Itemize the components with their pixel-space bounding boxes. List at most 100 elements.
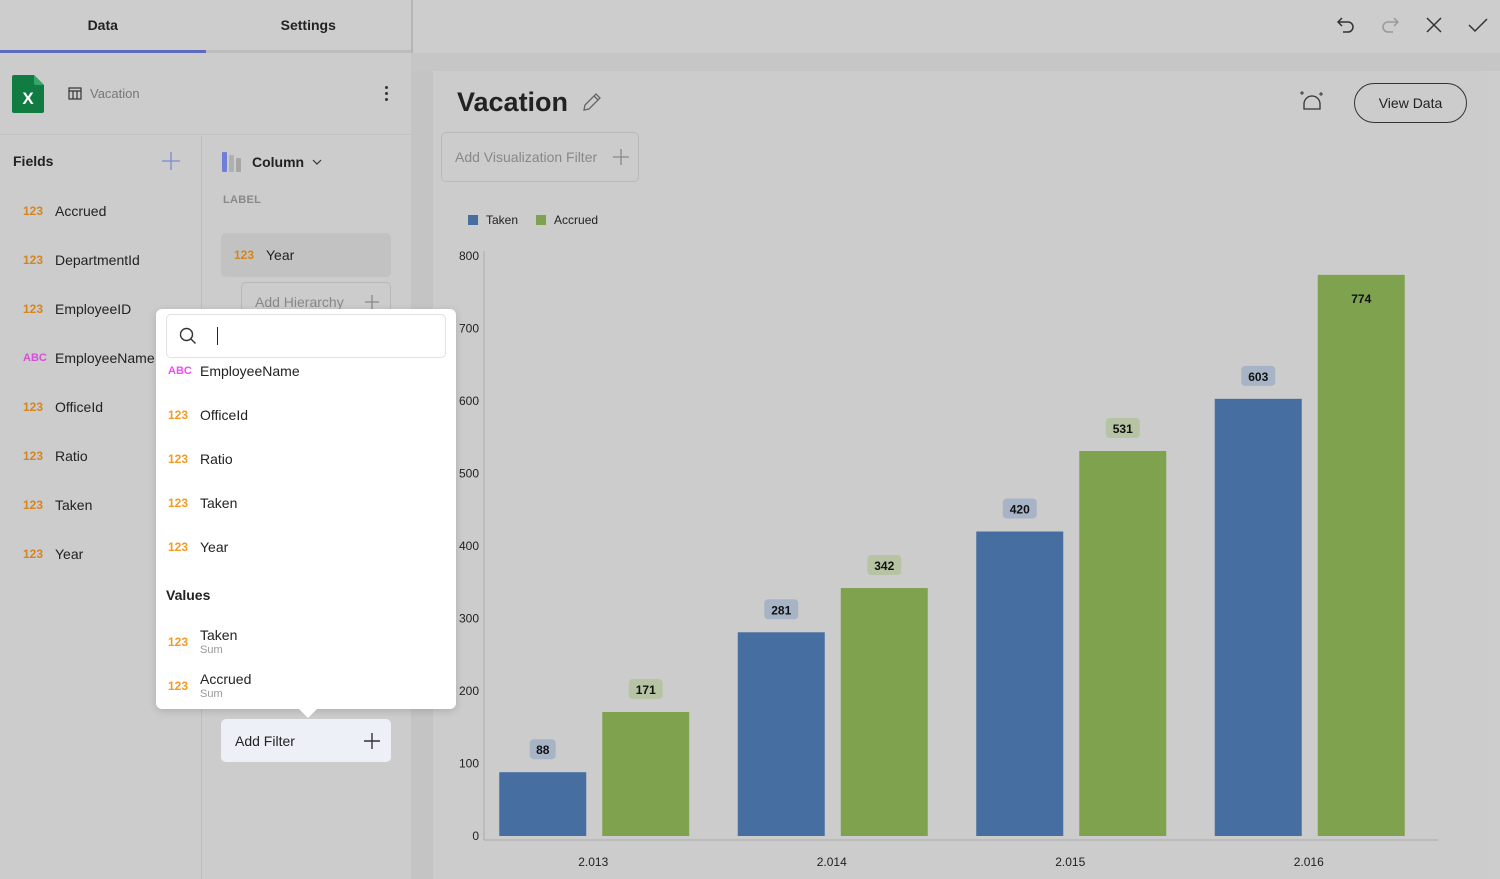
x-tick-label: 2.014 (817, 855, 847, 869)
field-item[interactable]: 123 DepartmentId (0, 235, 201, 284)
check-icon (1468, 18, 1488, 33)
chip-label: Year (266, 247, 295, 263)
datasource-row[interactable]: X Vacation (0, 53, 411, 135)
number-type-icon: 123 (168, 452, 189, 466)
add-filter-button[interactable]: Add Filter (221, 719, 391, 762)
aggregation-label: Sum (200, 644, 223, 656)
x-tick-label: 2.015 (1055, 855, 1085, 869)
x-tick-label: 2.016 (1294, 855, 1324, 869)
field-name: EmployeeID (55, 300, 132, 317)
bar-taken[interactable] (1214, 398, 1302, 836)
field-item[interactable]: 123 Accrued (0, 186, 201, 235)
picker-field-item[interactable]: 123 OfficeId (168, 407, 248, 423)
data-label: 531 (1113, 422, 1133, 436)
field-picker-popup: ABC EmployeeName 123 OfficeId 123 Ratio 123 Tak… (156, 309, 456, 718)
number-type-icon: 123 (168, 634, 189, 649)
number-type-icon: 123 (23, 301, 44, 316)
picker-field-name: Taken (200, 495, 238, 511)
picker-field-item[interactable]: 123 Taken (168, 495, 237, 511)
picker-field-name: Ratio (200, 451, 233, 467)
search-icon (179, 327, 196, 344)
fields-header: Fields (0, 136, 201, 186)
column-chart-icon (222, 152, 241, 172)
redo-icon (1382, 17, 1400, 33)
bar-accrued[interactable] (840, 588, 928, 836)
viz-type-label: Column (252, 154, 305, 170)
viz-type-selector[interactable]: Column (202, 136, 411, 188)
label-field-chip[interactable]: 123 Year (221, 233, 391, 277)
field-name: Year (55, 545, 84, 562)
redo-button[interactable] (1368, 3, 1412, 47)
data-label: 774 (1351, 292, 1371, 306)
field-search-input[interactable] (218, 327, 438, 345)
y-tick-label: 0 (472, 829, 479, 843)
y-tick-label: 300 (459, 612, 479, 626)
field-name: Accrued (55, 202, 107, 219)
more-options-icon[interactable] (376, 83, 396, 103)
bar-taken[interactable] (976, 531, 1064, 837)
bar-accrued[interactable] (1317, 274, 1405, 837)
number-type-icon: 123 (168, 540, 189, 554)
picker-value-item[interactable]: 123 Taken Sum (168, 627, 237, 656)
number-type-icon: 123 (23, 203, 44, 218)
picker-field-item[interactable]: 123 Year (168, 539, 228, 555)
bar-taken[interactable] (499, 772, 587, 836)
tab-settings[interactable]: Settings (206, 0, 412, 50)
bar-accrued[interactable] (1079, 451, 1167, 836)
table-icon (68, 87, 82, 100)
add-field-icon[interactable] (161, 151, 181, 171)
text-type-icon: ABC (168, 365, 192, 377)
svg-text:X: X (22, 89, 34, 108)
field-search-box[interactable] (166, 314, 446, 358)
y-tick-label: 800 (459, 249, 479, 263)
add-filter-label: Add Filter (235, 732, 295, 749)
picker-value-name: Taken (200, 627, 238, 643)
values-group-header: Values (166, 587, 211, 603)
add-hierarchy-label: Add Hierarchy (255, 294, 344, 310)
editor-actions (1324, 0, 1500, 50)
text-type-icon: ABC (23, 351, 47, 364)
bar-accrued[interactable] (602, 712, 690, 836)
visualization-card: Vacation View Data Add Visualization Fil… (433, 71, 1488, 879)
data-label: 281 (771, 603, 791, 617)
bar-taken[interactable] (737, 632, 825, 836)
field-name: OfficeId (55, 398, 103, 415)
chevron-down-icon (312, 159, 322, 165)
canvas-top-strip (411, 53, 1500, 71)
confirm-button[interactable] (1456, 3, 1500, 47)
number-type-icon: 123 (168, 408, 189, 422)
picker-field-item[interactable]: 123 Ratio (168, 451, 233, 467)
aggregation-label: Sum (200, 688, 223, 700)
field-name: EmployeeName (55, 349, 155, 366)
datasource-label: Vacation (90, 86, 140, 101)
y-tick-label: 700 (459, 322, 479, 336)
excel-icon: X (12, 74, 44, 113)
panel-tabs: Data Settings (0, 0, 411, 53)
datasource-name: Vacation (68, 86, 140, 101)
data-label: 88 (536, 743, 550, 757)
number-type-icon: 123 (23, 448, 44, 463)
y-tick-label: 100 (459, 757, 479, 771)
picker-field-name: Year (200, 539, 229, 555)
number-type-icon: 123 (23, 252, 44, 267)
number-type-icon: 123 (234, 248, 255, 262)
y-tick-label: 400 (459, 539, 479, 553)
number-type-icon: 123 (23, 546, 44, 561)
plus-icon (364, 732, 380, 749)
number-type-icon: 123 (168, 496, 189, 510)
number-type-icon: 123 (23, 497, 44, 512)
field-name: DepartmentId (55, 251, 140, 268)
data-label: 420 (1010, 503, 1030, 517)
tab-data[interactable]: Data (0, 0, 206, 53)
picker-value-item[interactable]: 123 Accrued Sum (168, 671, 251, 700)
label-section-title: LABEL (223, 194, 262, 206)
picker-field-name: EmployeeName (200, 363, 300, 379)
close-button[interactable] (1412, 3, 1456, 47)
picker-field-item[interactable]: ABC EmployeeName (168, 363, 300, 379)
undo-button[interactable] (1324, 3, 1368, 47)
divider (411, 0, 413, 53)
data-label: 603 (1248, 370, 1268, 384)
data-label: 342 (874, 559, 894, 573)
x-tick-label: 2.013 (578, 855, 608, 869)
data-label: 171 (636, 683, 656, 697)
